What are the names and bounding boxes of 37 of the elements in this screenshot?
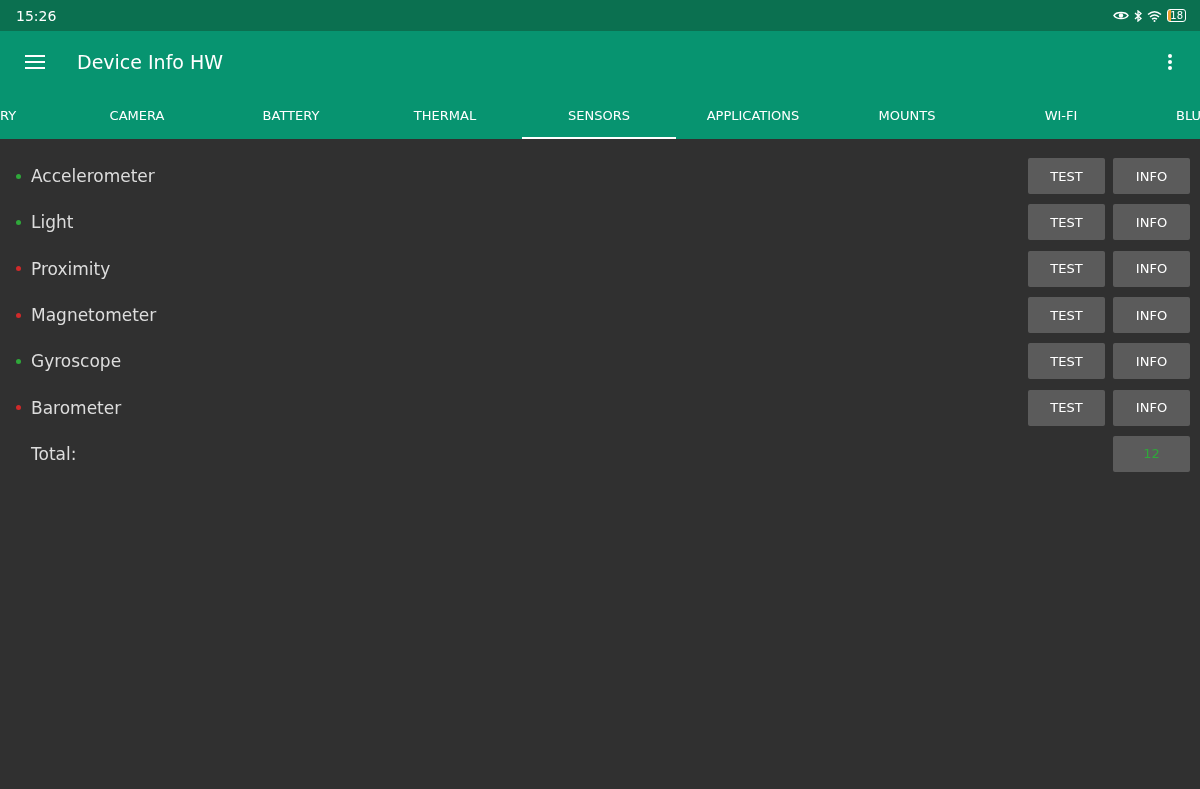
tab[interactable]: THERMAL — [368, 93, 522, 139]
test-button[interactable]: TEST — [1028, 389, 1105, 426]
sensor-name: Magnetometer — [31, 305, 158, 326]
battery-level: 18 — [1167, 9, 1186, 22]
tab[interactable]: SENSORS — [522, 93, 676, 139]
sensor-name: Accelerometer — [31, 166, 156, 187]
info-button[interactable]: INFO — [1113, 343, 1190, 380]
tab[interactable]: MOUNTS — [830, 93, 984, 139]
wifi-icon — [1147, 9, 1163, 22]
sensor-name: Proximity — [31, 258, 112, 279]
total-label: Total: — [31, 443, 78, 464]
tab[interactable]: RY — [0, 93, 60, 139]
bluetooth-icon — [1134, 9, 1143, 22]
info-button[interactable]: INFO — [1113, 250, 1190, 287]
tab[interactable]: APPLICATIONS — [676, 93, 830, 139]
test-button[interactable]: TEST — [1028, 343, 1105, 380]
test-button[interactable]: TEST — [1028, 250, 1105, 287]
info-button[interactable]: INFO — [1113, 389, 1190, 426]
app-title: Device Info HW — [77, 51, 224, 73]
test-button[interactable]: TEST — [1028, 297, 1105, 334]
menu-icon[interactable] — [25, 55, 45, 69]
more-options-icon[interactable] — [1168, 54, 1172, 70]
status-time: 15:26 — [16, 7, 57, 24]
sensor-name: Gyroscope — [31, 351, 123, 372]
info-button[interactable]: INFO — [1113, 297, 1190, 334]
info-button[interactable]: INFO — [1113, 158, 1190, 195]
sensor-name: Barometer — [31, 397, 123, 418]
info-button[interactable]: INFO — [1113, 204, 1190, 241]
total-count: 12 — [1113, 435, 1190, 472]
eye-icon — [1113, 10, 1130, 21]
tab[interactable]: CAMERA — [60, 93, 214, 139]
test-button[interactable]: TEST — [1028, 204, 1105, 241]
tab[interactable]: WI-FI — [984, 93, 1138, 139]
tab[interactable]: BATTERY — [214, 93, 368, 139]
test-button[interactable]: TEST — [1028, 158, 1105, 195]
tab[interactable]: BLU — [1138, 93, 1200, 139]
sensor-name: Light — [31, 212, 75, 233]
